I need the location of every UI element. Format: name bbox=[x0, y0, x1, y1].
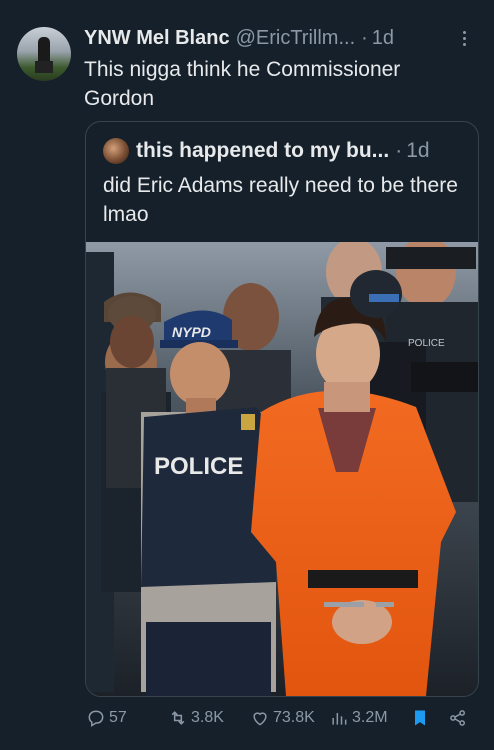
quoted-tweet[interactable]: this happened to my bu... · 1d did Eric … bbox=[85, 121, 479, 697]
action-bar: 57 3.8K 73.8K 3.2M bbox=[0, 700, 494, 740]
reply-icon bbox=[88, 710, 104, 727]
quoted-tweet-photo[interactable]: NYPD POLICE POLICE bbox=[86, 242, 478, 696]
share-button[interactable] bbox=[448, 708, 471, 728]
quoted-author-avatar bbox=[103, 138, 129, 164]
quoted-tweet-header: this happened to my bu... · 1d bbox=[103, 137, 468, 165]
prisoner-belt bbox=[308, 570, 418, 588]
more-dots-icon[interactable] bbox=[454, 26, 474, 50]
like-button[interactable]: 73.8K bbox=[250, 708, 315, 728]
vest-text: POLICE bbox=[154, 453, 243, 480]
repost-count: 3.8K bbox=[191, 709, 224, 726]
like-count: 73.8K bbox=[273, 709, 315, 726]
quoted-separator-dot: · bbox=[395, 139, 403, 162]
author-name[interactable]: YNW Mel Blanc bbox=[84, 27, 230, 50]
reply-count: 57 bbox=[109, 709, 127, 726]
bookmark-button[interactable] bbox=[410, 708, 433, 728]
views-button[interactable]: 3.2M bbox=[329, 708, 388, 728]
cap-text: NYPD bbox=[172, 324, 211, 340]
views-count: 3.2M bbox=[352, 709, 388, 726]
repost-icon bbox=[171, 711, 185, 725]
bookmark-icon bbox=[415, 710, 425, 726]
avatar-figure bbox=[38, 37, 50, 63]
officer-face bbox=[170, 342, 230, 406]
separator-dot: · bbox=[361, 26, 368, 49]
photo-illustration: NYPD POLICE POLICE bbox=[86, 242, 478, 696]
share-icon bbox=[450, 710, 465, 726]
tweet-time[interactable]: 1d bbox=[372, 27, 394, 50]
tweet-text: This nigga think he Commissioner Gordon bbox=[84, 58, 401, 110]
views-bar-icon bbox=[332, 713, 347, 725]
author-handle[interactable]: @EricTrillm... bbox=[236, 27, 356, 50]
avatar-figure-base bbox=[35, 61, 53, 73]
vest-back-text: POLICE bbox=[408, 338, 445, 349]
heart-icon bbox=[253, 712, 267, 726]
tweet-header: YNW Mel Blanc @EricTrillm... · 1d bbox=[84, 25, 474, 51]
quoted-author-name: this happened to my bu... bbox=[136, 139, 390, 162]
repost-button[interactable]: 3.8K bbox=[168, 708, 224, 728]
quoted-tweet-time: 1d bbox=[406, 139, 430, 162]
reply-button[interactable]: 57 bbox=[86, 708, 127, 728]
quoted-tweet-text: did Eric Adams really need to be there l… bbox=[103, 174, 458, 226]
author-avatar[interactable] bbox=[17, 27, 71, 81]
